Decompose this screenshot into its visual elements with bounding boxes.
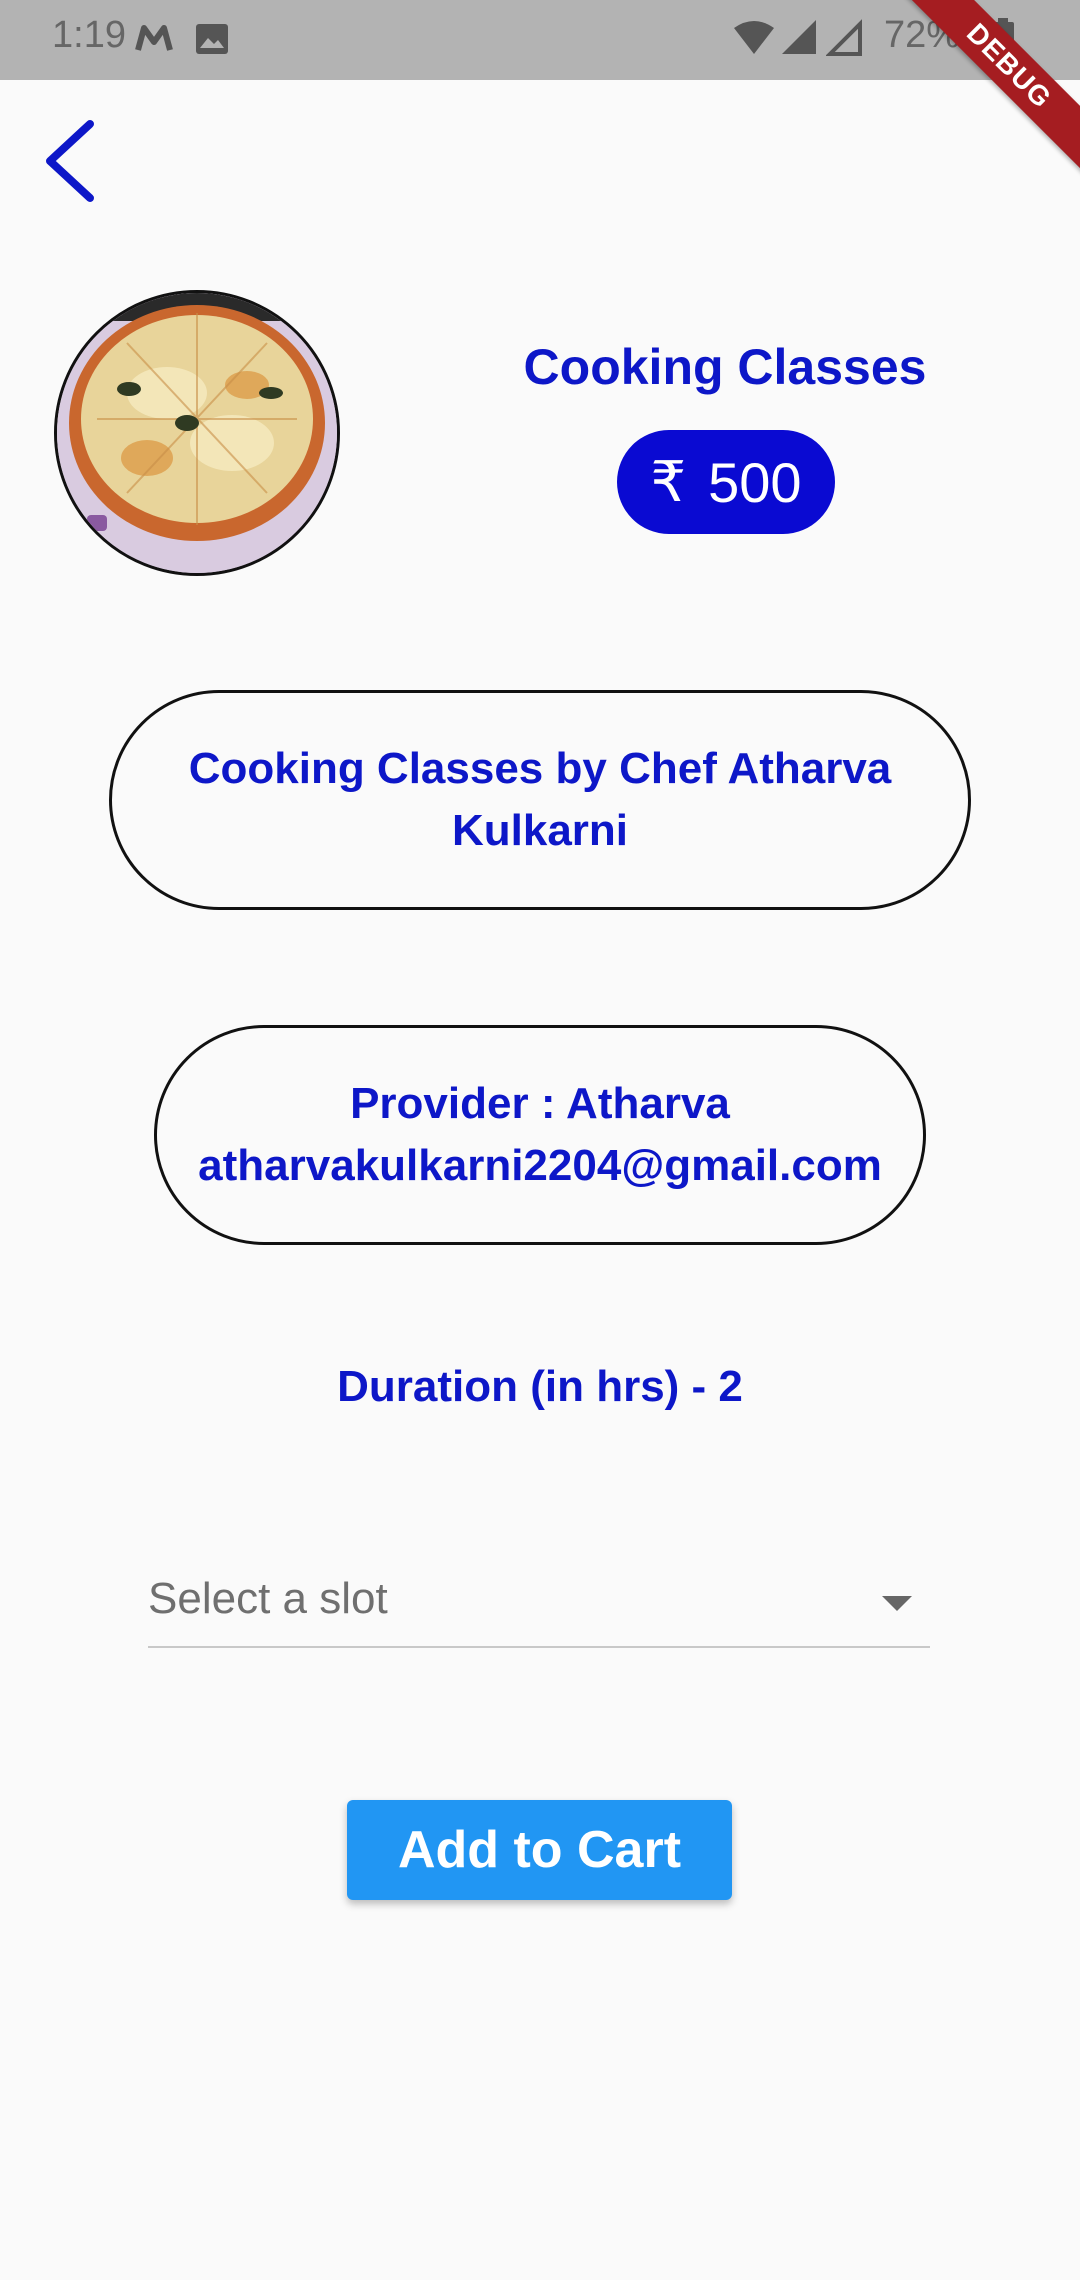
signal-icon [782, 20, 816, 54]
m-app-icon [135, 25, 173, 51]
price-badge: ₹ 500 [617, 430, 835, 534]
product-title: Cooking Classes [523, 339, 927, 395]
provider-card: Provider : Atharva atharvakulkarni2204@g… [154, 1025, 926, 1245]
product-image [54, 290, 340, 576]
price-value: 500 [708, 450, 802, 514]
caret-down-icon [882, 1596, 912, 1611]
duration-label: Duration (in hrs) - 2 [337, 1362, 743, 1411]
currency-symbol: ₹ [650, 450, 687, 513]
slot-placeholder: Select a slot [148, 1574, 388, 1623]
description-card: Cooking Classes by Chef Atharva Kulkarni [109, 690, 971, 910]
back-button[interactable] [38, 116, 108, 206]
description-text: Cooking Classes by Chef Atharva Kulkarni [188, 744, 892, 855]
slot-dropdown[interactable]: Select a slot [148, 1568, 930, 1648]
status-time: 1:19 [52, 14, 126, 56]
image-icon [196, 24, 228, 54]
wifi-icon [734, 21, 774, 54]
add-to-cart-button[interactable]: Add to Cart [347, 1800, 732, 1900]
signal-icon-2 [826, 19, 862, 56]
provider-email: atharvakulkarni2204@gmail.com [198, 1141, 882, 1190]
pizza-image [57, 293, 337, 573]
status-bar: 1:19 72% [0, 0, 1080, 80]
provider-name: Provider : Atharva [350, 1079, 730, 1128]
chevron-left-icon [46, 120, 94, 202]
